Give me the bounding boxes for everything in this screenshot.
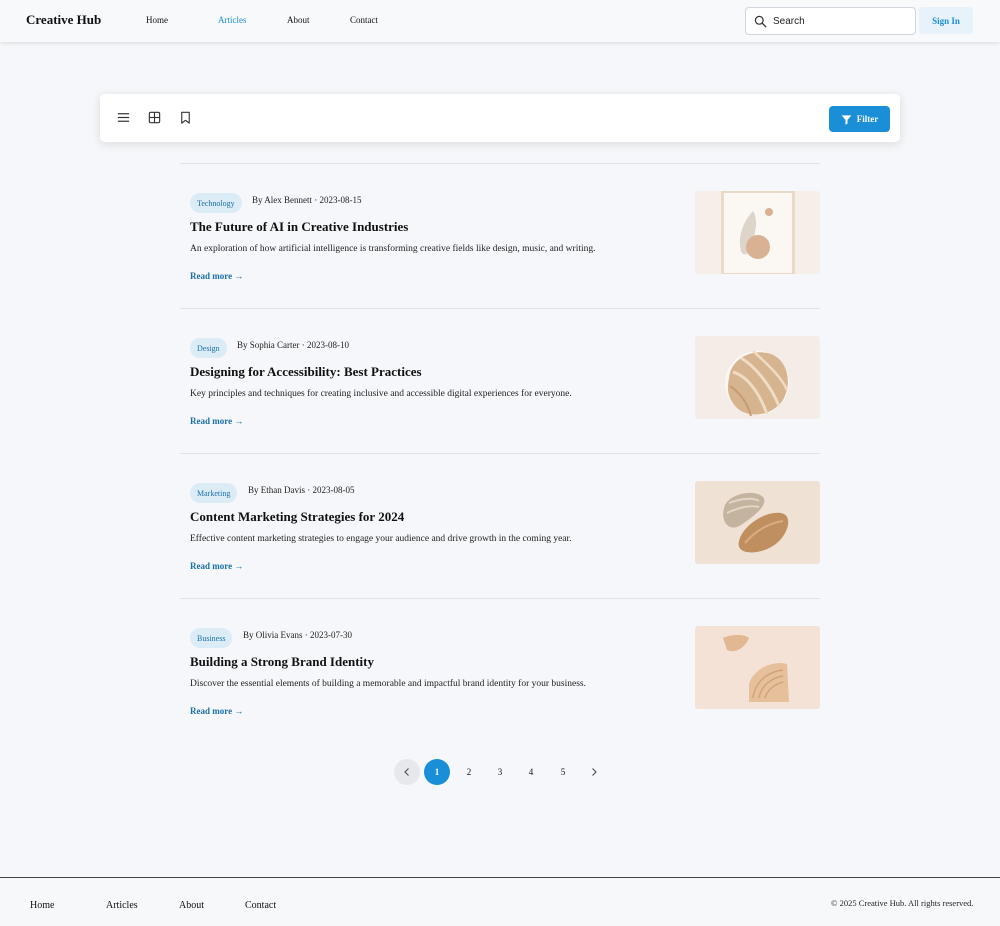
article-thumbnail[interactable] xyxy=(695,481,820,564)
article-card: Marketing By Ethan Davis · 2023-08-05 Co… xyxy=(180,453,820,598)
search-input[interactable] xyxy=(773,15,903,27)
next-page-button[interactable] xyxy=(581,759,607,785)
page-2-button[interactable]: 2 xyxy=(456,759,482,785)
article-title[interactable]: Building a Strong Brand Identity xyxy=(190,654,374,670)
article-card: Business By Olivia Evans · 2023-07-30 Bu… xyxy=(180,598,820,743)
nav-contact[interactable]: Contact xyxy=(350,15,378,25)
bookmark-icon[interactable] xyxy=(178,110,193,125)
article-title[interactable]: Content Marketing Strategies for 2024 xyxy=(190,509,404,525)
filter-button[interactable]: Filter xyxy=(829,106,890,132)
read-more-link[interactable]: Read more → xyxy=(190,706,243,716)
article-thumbnail[interactable] xyxy=(695,191,820,274)
article-title[interactable]: Designing for Accessibility: Best Practi… xyxy=(190,364,422,380)
article-title[interactable]: The Future of AI in Creative Industries xyxy=(190,219,408,235)
search-box[interactable] xyxy=(745,7,916,35)
top-nav-bar: Creative Hub Home Articles About Contact… xyxy=(0,0,1000,42)
brand-logo[interactable]: Creative Hub xyxy=(26,12,101,28)
filter-icon xyxy=(841,114,852,125)
article-excerpt: Discover the essential elements of build… xyxy=(190,679,586,689)
article-card: Design By Sophia Carter · 2023-08-10 Des… xyxy=(180,308,820,453)
read-more-link[interactable]: Read more → xyxy=(190,561,243,571)
copyright-text: © 2025 Creative Hub. All rights reserved… xyxy=(831,898,974,908)
page-5-button[interactable]: 5 xyxy=(550,759,576,785)
category-badge[interactable]: Business xyxy=(190,628,233,648)
article-thumbnail[interactable] xyxy=(695,336,820,419)
article-excerpt: An exploration of how artificial intelli… xyxy=(190,244,596,254)
nav-about[interactable]: About xyxy=(287,15,310,25)
search-icon xyxy=(754,15,767,27)
page-1-button[interactable]: 1 xyxy=(424,759,450,785)
page-4-button[interactable]: 4 xyxy=(518,759,544,785)
category-badge[interactable]: Technology xyxy=(190,193,242,213)
nav-home[interactable]: Home xyxy=(146,15,168,25)
article-card: Technology By Alex Bennett · 2023-08-15 … xyxy=(180,163,820,308)
view-toolbar: Filter xyxy=(100,94,900,142)
category-badge[interactable]: Design xyxy=(190,338,227,358)
read-more-link[interactable]: Read more → xyxy=(190,271,243,281)
nav-articles[interactable]: Articles xyxy=(218,15,247,25)
footer-link-contact[interactable]: Contact xyxy=(245,900,276,911)
chevron-right-icon xyxy=(592,768,597,776)
article-meta: By Alex Bennett · 2023-08-15 xyxy=(252,195,362,205)
article-meta: By Olivia Evans · 2023-07-30 xyxy=(243,630,352,640)
prev-page-button[interactable] xyxy=(394,759,420,785)
article-excerpt: Effective content marketing strategies t… xyxy=(190,534,572,544)
grid-view-icon[interactable] xyxy=(147,110,162,125)
sign-in-button[interactable]: Sign In xyxy=(919,7,973,34)
footer-link-articles[interactable]: Articles xyxy=(106,900,138,911)
article-thumbnail[interactable] xyxy=(695,626,820,709)
page-3-button[interactable]: 3 xyxy=(487,759,513,785)
footer: Home Articles About Contact © 2025 Creat… xyxy=(0,877,1000,926)
list-view-icon[interactable] xyxy=(116,110,131,125)
read-more-link[interactable]: Read more → xyxy=(190,416,243,426)
article-meta: By Ethan Davis · 2023-08-05 xyxy=(248,485,355,495)
footer-link-about[interactable]: About xyxy=(179,900,204,911)
footer-link-home[interactable]: Home xyxy=(30,900,54,911)
filter-label: Filter xyxy=(856,114,879,124)
article-meta: By Sophia Carter · 2023-08-10 xyxy=(237,340,349,350)
chevron-left-icon xyxy=(404,768,409,776)
article-excerpt: Key principles and techniques for creati… xyxy=(190,389,572,399)
category-badge[interactable]: Marketing xyxy=(190,483,238,503)
